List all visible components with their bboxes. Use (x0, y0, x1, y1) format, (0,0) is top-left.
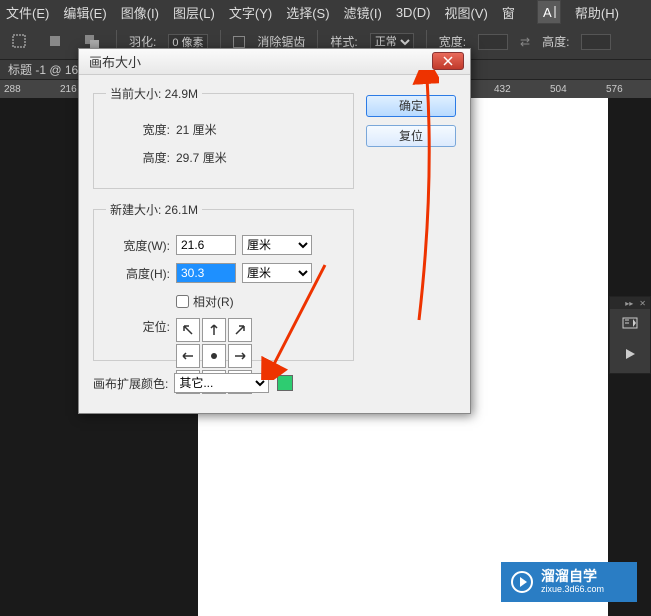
anchor-ne[interactable] (228, 318, 252, 342)
canvas-size-dialog: 画布大小 当前大小: 24.9M 宽度:21 厘米 高度:29.7 厘米 新建大… (78, 48, 471, 414)
watermark: 溜溜自学 zixue.3d66.com (501, 562, 637, 602)
ok-button[interactable]: 确定 (366, 95, 456, 117)
tool-icon[interactable] (8, 30, 32, 54)
panel-close-icon[interactable]: ✕ (639, 299, 646, 308)
menu-view[interactable]: 视图(V) (445, 3, 488, 22)
anchor-nw[interactable] (176, 318, 200, 342)
ext-color-select[interactable]: 其它... (174, 373, 269, 393)
menu-layer[interactable]: 图层(L) (173, 3, 215, 22)
cancel-button[interactable]: 复位 (366, 125, 456, 147)
anchor-n[interactable] (202, 318, 226, 342)
menubar: 文件(E) 编辑(E) 图像(I) 图层(L) 文字(Y) 选择(S) 滤镜(I… (0, 0, 651, 24)
current-width-label: 宽度: (106, 121, 170, 138)
side-panel: ▸▸ ✕ (609, 296, 651, 374)
text-tool-icon: A (537, 0, 561, 24)
current-width-value: 21 厘米 (176, 121, 217, 138)
new-height-input[interactable] (176, 263, 236, 283)
menu-text[interactable]: 文字(Y) (229, 3, 272, 22)
ext-color-swatch[interactable] (277, 375, 293, 391)
close-icon (443, 56, 453, 66)
height-label: 高度: (542, 33, 569, 50)
antialias-checkbox (233, 36, 245, 48)
height-input (581, 34, 611, 50)
menu-select[interactable]: 选择(S) (286, 3, 329, 22)
current-size-group: 当前大小: 24.9M 宽度:21 厘米 高度:29.7 厘米 (93, 85, 354, 189)
close-button[interactable] (432, 52, 464, 70)
menu-window[interactable]: 窗 (502, 3, 515, 22)
menu-edit[interactable]: 编辑(E) (63, 3, 106, 22)
relative-label: 相对(R) (193, 293, 234, 310)
new-height-label: 高度(H): (106, 265, 170, 282)
history-icon[interactable] (622, 315, 638, 336)
height-unit-select[interactable]: 厘米 (242, 263, 312, 283)
current-height-label: 高度: (106, 149, 170, 166)
ext-color-label: 画布扩展颜色: (93, 375, 168, 392)
menu-3d[interactable]: 3D(D) (396, 5, 431, 20)
svg-text:A: A (543, 5, 552, 20)
new-size-group: 新建大小: 26.1M 宽度(W): 厘米 高度(H): 厘米 相对(R) 定位… (93, 201, 354, 361)
play-icon[interactable] (622, 346, 638, 367)
anchor-w[interactable] (176, 344, 200, 368)
relative-checkbox[interactable] (176, 295, 189, 308)
current-height-value: 29.7 厘米 (176, 149, 227, 166)
width-input (478, 34, 508, 50)
dialog-titlebar[interactable]: 画布大小 (79, 49, 470, 75)
anchor-e[interactable] (228, 344, 252, 368)
menu-help[interactable]: 帮助(H) (575, 3, 619, 22)
menu-filter[interactable]: 滤镜(I) (344, 3, 382, 22)
anchor-center[interactable] (202, 344, 226, 368)
dialog-title-text: 画布大小 (89, 52, 141, 71)
anchor-label: 定位: (106, 318, 170, 335)
menu-image[interactable]: 图像(I) (121, 3, 159, 22)
watermark-play-icon (511, 571, 533, 593)
new-width-label: 宽度(W): (106, 237, 170, 254)
width-unit-select[interactable]: 厘米 (242, 235, 312, 255)
panel-collapse-icon[interactable]: ▸▸ (625, 299, 633, 308)
marquee-rect-icon[interactable] (44, 30, 68, 54)
swap-icon[interactable]: ⇄ (520, 35, 530, 49)
new-width-input[interactable] (176, 235, 236, 255)
menu-file[interactable]: 文件(E) (6, 3, 49, 22)
